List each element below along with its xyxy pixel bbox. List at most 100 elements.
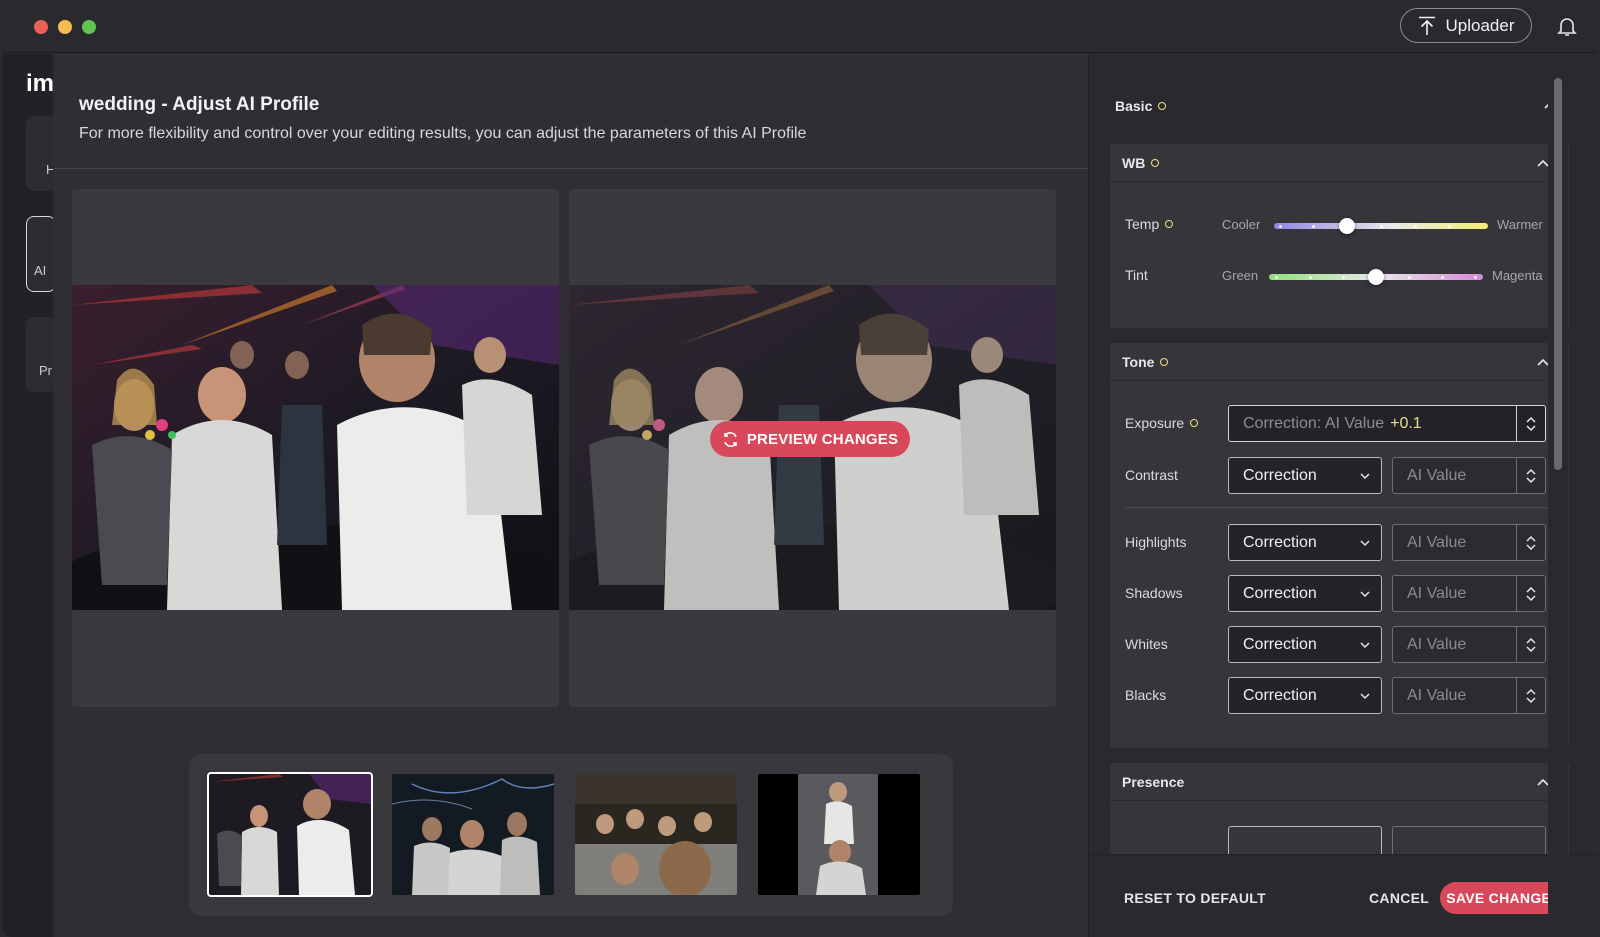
temp-tick [1448, 224, 1451, 228]
tone-card-header[interactable]: Tone [1110, 343, 1569, 381]
value-stepper[interactable] [1516, 458, 1545, 493]
tint-slider-handle[interactable] [1368, 269, 1384, 285]
header-divider [53, 168, 1088, 169]
stepper-arrows-icon [1526, 586, 1536, 602]
sidebar-card-1[interactable]: H [26, 116, 56, 191]
temp-tick [1279, 224, 1282, 228]
close-window-button[interactable] [34, 20, 48, 34]
uploader-label: Uploader [1445, 15, 1515, 35]
stepper-arrows-icon [1526, 535, 1536, 551]
temp-tick [1380, 224, 1383, 228]
tone-row-label: Highlights [1125, 534, 1187, 550]
tone-row-label: Blacks [1125, 687, 1167, 703]
temp-warmer-label: Warmer [1497, 217, 1543, 232]
temp-slider-track[interactable] [1274, 218, 1488, 234]
correction-mode-select[interactable]: Correction [1228, 626, 1382, 663]
minimize-window-button[interactable] [58, 20, 72, 34]
chevron-down-icon [1360, 642, 1370, 649]
tone-row-label: Shadows [1125, 585, 1183, 601]
tint-tick [1408, 275, 1411, 279]
exposure-stepper[interactable] [1516, 406, 1545, 441]
sidebar-card-3[interactable]: Pr [26, 317, 56, 392]
tone-row-label: Contrast [1125, 467, 1178, 483]
adjustments-panel: Basic WB Temp Cooler Warmer Tint Green M… [1089, 54, 1598, 854]
basic-status-dot [1158, 102, 1167, 110]
presence-row-input[interactable] [1392, 826, 1546, 854]
ai-value-input[interactable]: AI Value [1392, 626, 1546, 663]
reset-to-default-button[interactable]: RESET TO DEFAULT [1124, 890, 1266, 906]
exposure-status-dot [1190, 419, 1199, 427]
preview-changes-button[interactable]: PREVIEW CHANGES [710, 421, 910, 457]
wb-card-header[interactable]: WB [1110, 144, 1569, 182]
temp-tick [1414, 224, 1417, 228]
notification-bell-icon[interactable] [1555, 14, 1579, 38]
modal-subtitle: For more flexibility and control over yo… [79, 125, 807, 142]
tint-tick [1309, 275, 1312, 279]
tone-status-dot [1160, 358, 1169, 366]
tint-tick [1342, 275, 1345, 279]
ai-value-input[interactable]: AI Value [1392, 677, 1546, 714]
cancel-button[interactable]: CANCEL [1369, 890, 1429, 906]
scrollbar-thumb[interactable] [1554, 78, 1562, 470]
zoom-window-button[interactable] [82, 20, 96, 34]
stepper-arrows-icon [1526, 416, 1536, 432]
tint-tick [1474, 275, 1477, 279]
thumbnail-tray [189, 754, 953, 916]
wb-status-dot [1151, 159, 1160, 167]
tone-row-label: Whites [1125, 636, 1168, 652]
value-stepper[interactable] [1516, 627, 1545, 662]
temp-status-dot [1165, 220, 1174, 228]
value-stepper[interactable] [1516, 576, 1545, 611]
sidebar-card-ai[interactable]: AI [26, 216, 56, 292]
before-preview-panel [72, 189, 559, 707]
app-window: Uploader im H AI Pr wedding - Adjust AI … [2, 0, 1598, 937]
wb-card: WB Temp Cooler Warmer Tint Green Magenta [1110, 144, 1569, 328]
temp-label: Temp [1125, 216, 1174, 232]
presence-card: Presence [1110, 763, 1569, 854]
presence-row-select[interactable] [1228, 826, 1382, 854]
ai-value-input[interactable]: AI Value [1392, 524, 1546, 561]
presence-card-header[interactable]: Presence [1110, 763, 1569, 801]
correction-mode-select[interactable]: Correction [1228, 677, 1382, 714]
tint-tick [1441, 275, 1444, 279]
tint-magenta-label: Magenta [1492, 268, 1543, 283]
value-stepper[interactable] [1516, 525, 1545, 560]
thumbnail-3[interactable] [575, 774, 737, 895]
ai-value-input[interactable]: AI Value [1392, 575, 1546, 612]
thumbnail-4[interactable] [758, 774, 920, 895]
tone-card: Tone Exposure Correction: AI Value +0.1 [1110, 343, 1569, 748]
uploader-button[interactable]: Uploader [1400, 8, 1532, 43]
exposure-input[interactable]: Correction: AI Value +0.1 [1228, 405, 1546, 442]
exposure-label: Exposure [1125, 415, 1199, 431]
modal-title: wedding - Adjust AI Profile [79, 94, 320, 115]
panel-scrollbar[interactable] [1548, 54, 1568, 937]
temp-slider-handle[interactable] [1338, 218, 1355, 234]
basic-section-header[interactable]: Basic [1115, 98, 1167, 114]
stepper-arrows-icon [1526, 468, 1536, 484]
tint-slider-track[interactable] [1269, 269, 1483, 285]
tint-green-label: Green [1222, 268, 1259, 283]
chevron-down-icon [1360, 473, 1370, 480]
tint-label: Tint [1125, 267, 1148, 283]
value-stepper[interactable] [1516, 678, 1545, 713]
stepper-arrows-icon [1526, 688, 1536, 704]
ai-value-input[interactable]: AI Value [1392, 457, 1546, 494]
chevron-down-icon [1360, 591, 1370, 598]
correction-mode-select[interactable]: Correction [1228, 575, 1382, 612]
thumbnail-2[interactable] [392, 774, 554, 895]
title-bar: Uploader [2, 0, 1598, 53]
tint-tick [1275, 275, 1278, 279]
exposure-value: +0.1 [1390, 414, 1422, 432]
thumbnail-1[interactable] [207, 772, 373, 897]
correction-mode-select[interactable]: Correction [1228, 457, 1382, 494]
adjust-ai-profile-modal: wedding - Adjust AI Profile For more fle… [53, 54, 1598, 937]
refresh-icon [724, 431, 737, 447]
modal-footer: RESET TO DEFAULT CANCEL SAVE CHANGES [1089, 854, 1598, 937]
temp-cooler-label: Cooler [1222, 217, 1261, 232]
temp-tick [1312, 224, 1315, 228]
upload-icon [1418, 16, 1435, 35]
correction-mode-select[interactable]: Correction [1228, 524, 1382, 561]
chevron-down-icon [1360, 540, 1370, 547]
app-logo: im [26, 70, 55, 97]
chevron-down-icon [1360, 693, 1370, 700]
